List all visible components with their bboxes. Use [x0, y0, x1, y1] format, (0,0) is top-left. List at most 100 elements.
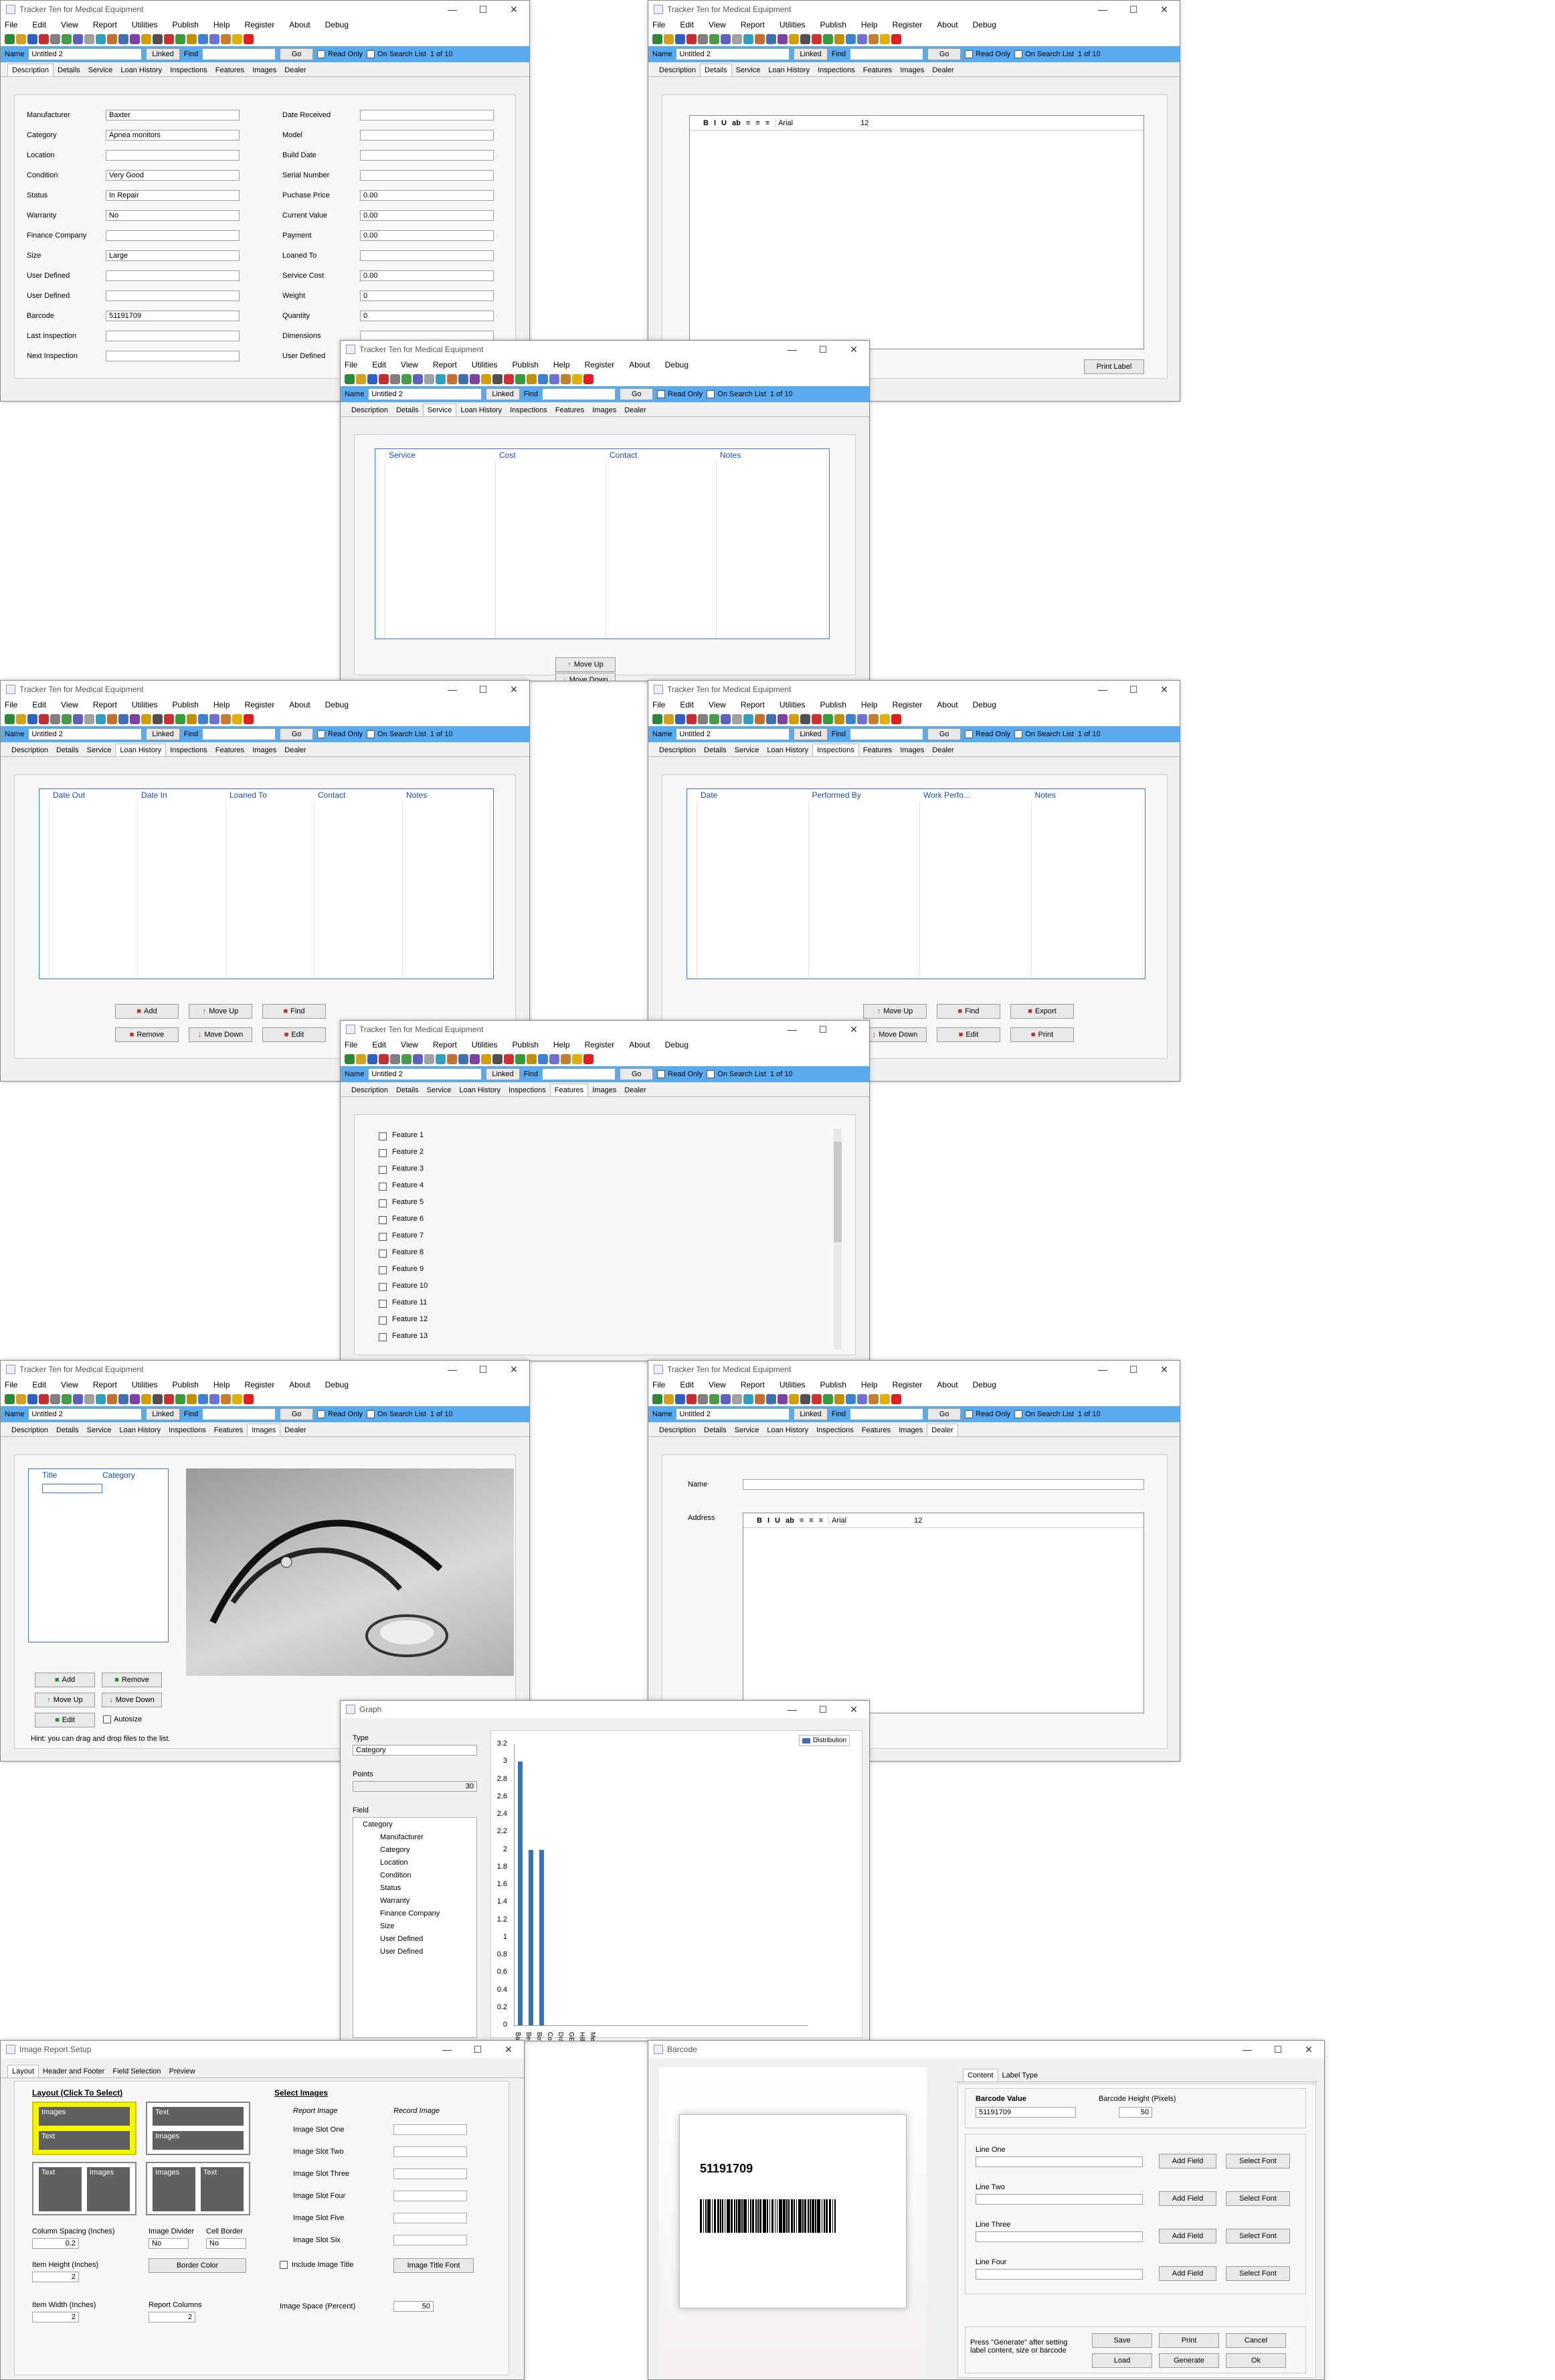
field-list-item[interactable]: Warranty	[380, 1897, 409, 1905]
field-list-item[interactable]: Category	[380, 1846, 410, 1854]
toolbar-icon[interactable]	[244, 1393, 254, 1404]
maximize-icon[interactable]: ☐	[462, 2044, 493, 2055]
menu-item[interactable]: Utilities	[780, 1380, 806, 1389]
toolbar-icon[interactable]	[766, 33, 776, 44]
menu-item[interactable]: Register	[893, 1380, 923, 1389]
toolbar-icon[interactable]	[755, 33, 765, 44]
toolbar-icon[interactable]	[413, 1053, 423, 1064]
toolbar-icon[interactable]	[50, 33, 60, 44]
generate-button[interactable]: Generate	[1159, 2353, 1219, 2368]
act-button[interactable]: ■ Print	[1010, 1027, 1074, 1042]
up-button[interactable]: ↑ Move Up	[35, 1693, 95, 1707]
grid-column-header[interactable]: Date	[701, 790, 717, 800]
menu-item[interactable]: Debug	[325, 700, 349, 709]
menu-item[interactable]: Edit	[680, 20, 694, 29]
go-button[interactable]: Go	[280, 728, 314, 740]
menu-item[interactable]: About	[289, 20, 310, 29]
toolbar-icon[interactable]	[62, 33, 72, 44]
italic-icon[interactable]: I	[767, 1517, 769, 1525]
maximize-icon[interactable]: ☐	[1118, 684, 1149, 695]
toolbar-icon[interactable]	[687, 1393, 697, 1404]
menu-item[interactable]: Help	[861, 700, 878, 709]
toolbar-icon[interactable]	[732, 33, 742, 44]
toolbar-icon[interactable]	[743, 1393, 753, 1404]
tab-service[interactable]: Service	[84, 64, 117, 76]
go-button[interactable]: Go	[280, 1408, 314, 1420]
menu-item[interactable]: Register	[585, 360, 615, 369]
tab-service[interactable]: Service	[83, 744, 116, 756]
linked-button[interactable]: Linked	[486, 1068, 520, 1080]
menu-item[interactable]: Debug	[973, 700, 996, 709]
feature-checkbox[interactable]	[379, 1183, 387, 1191]
field-input[interactable]: Large	[106, 250, 240, 261]
search-list-checkbox[interactable]: On Search List	[367, 730, 426, 739]
toolbar-icon[interactable]	[834, 713, 844, 724]
toolbar-icon[interactable]	[687, 713, 697, 724]
toolbar-icon[interactable]	[800, 1393, 810, 1404]
feature-checkbox[interactable]	[379, 1166, 387, 1174]
barcode-value-input[interactable]: 51191709	[976, 2107, 1076, 2118]
feature-checkbox[interactable]	[379, 1233, 387, 1241]
grid-column-header[interactable]: Work Perfo...	[923, 790, 970, 800]
find-input[interactable]	[542, 1068, 616, 1080]
toolbar-icon[interactable]	[244, 713, 254, 724]
barcode-tab[interactable]: Content	[963, 2069, 998, 2081]
underline-icon[interactable]: U	[721, 119, 727, 127]
grid-column-header[interactable]: Notes	[720, 450, 741, 460]
tab-dealer[interactable]: Dealer	[928, 744, 957, 756]
toolbar-icon[interactable]	[880, 1393, 890, 1404]
toolbar-icon[interactable]	[175, 33, 185, 44]
tab-features[interactable]: Features	[859, 64, 896, 76]
field-input[interactable]: 0	[360, 311, 494, 321]
toolbar-icon[interactable]	[549, 1053, 559, 1064]
feature-checkbox[interactable]	[379, 1300, 387, 1308]
toolbar-icon[interactable]	[118, 1393, 128, 1404]
toolbar-icon[interactable]	[868, 33, 879, 44]
toolbar-icon[interactable]	[424, 373, 434, 384]
tab-dealer[interactable]: Dealer	[280, 1424, 310, 1436]
menu-item[interactable]: Help	[553, 360, 570, 369]
close-icon[interactable]: ✕	[498, 684, 529, 695]
toolbar-icon[interactable]	[834, 33, 844, 44]
read-only-checkbox[interactable]: Read Only	[317, 1410, 363, 1419]
toolbar-icon[interactable]	[130, 713, 140, 724]
search-list-checkbox[interactable]: On Search List	[1014, 1410, 1074, 1419]
tab-inspections[interactable]: Inspections	[814, 64, 859, 76]
italic-icon[interactable]: I	[714, 119, 716, 127]
maximize-icon[interactable]: ☐	[1118, 1364, 1149, 1375]
tab-description[interactable]: Description	[347, 404, 392, 416]
down-button[interactable]: ↓ Move Down	[863, 1027, 927, 1042]
toolbar-icon[interactable]	[743, 713, 753, 724]
toolbar-icon[interactable]	[687, 33, 697, 44]
toolbar-icon[interactable]	[73, 1393, 83, 1404]
feature-checkbox[interactable]	[379, 1283, 387, 1291]
feature-checkbox[interactable]	[379, 1216, 387, 1224]
menu-item[interactable]: Edit	[372, 360, 386, 369]
toolbar-icon[interactable]	[572, 373, 582, 384]
menu-item[interactable]: File	[5, 20, 17, 29]
toolbar-icon[interactable]	[504, 1053, 514, 1064]
up-button[interactable]: ↑ Move Up	[189, 1004, 252, 1019]
toolbar-icon[interactable]	[175, 1393, 185, 1404]
bold-icon[interactable]: B	[703, 119, 709, 127]
layout-thumbnail[interactable]: Images Text	[32, 2102, 136, 2155]
menu-item[interactable]: Register	[245, 1380, 275, 1389]
menu-item[interactable]: Help	[861, 20, 878, 29]
tab-inspections[interactable]: Inspections	[165, 1424, 210, 1436]
tab-images[interactable]: Images	[248, 744, 280, 756]
menu-item[interactable]: Edit	[32, 20, 46, 29]
field-list-item[interactable]: Condition	[380, 1871, 411, 1879]
toolbar-icon[interactable]	[198, 1393, 208, 1404]
field-list-item[interactable]: User Defined	[380, 1948, 423, 1956]
name-input[interactable]: Untitled 2	[28, 728, 143, 740]
toolbar-icon[interactable]	[232, 713, 242, 724]
line-input[interactable]	[976, 2156, 1143, 2167]
toolbar-icon[interactable]	[857, 1393, 867, 1404]
tab-description[interactable]: Description	[655, 1424, 700, 1436]
menu-item[interactable]: Help	[553, 1040, 570, 1049]
grid-column-header[interactable]: Contact	[610, 450, 637, 460]
slot-select[interactable]	[393, 2235, 467, 2245]
menu-item[interactable]: Help	[213, 20, 230, 29]
report-tab[interactable]: Layout	[7, 2065, 39, 2077]
maximize-icon[interactable]: ☐	[1118, 4, 1149, 15]
